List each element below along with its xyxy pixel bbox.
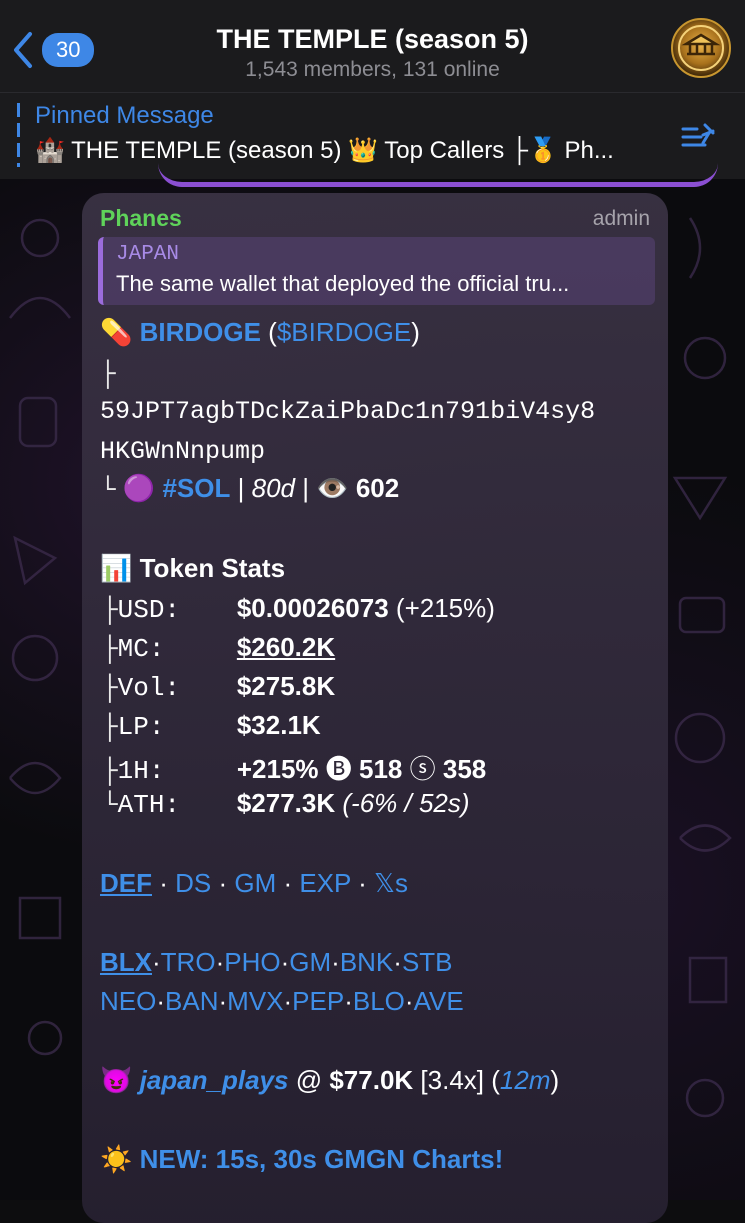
eye-icon: 👁️ xyxy=(316,473,349,503)
token-ticker-link[interactable]: $BIRDOGE xyxy=(277,317,411,347)
link-gm[interactable]: GM xyxy=(234,868,276,898)
stat-value: +215% xyxy=(236,754,319,784)
stat-key: LP: xyxy=(117,712,165,742)
reply-quote[interactable]: JAPAN The same wallet that deployed the … xyxy=(98,237,655,305)
link-mvx[interactable]: MVX xyxy=(227,986,283,1016)
caller-name-link[interactable]: japan_plays xyxy=(140,1065,289,1095)
link-pep[interactable]: PEP xyxy=(292,986,344,1016)
link-row-3: NEO·BAN·MVX·PEP·BLO·AVE xyxy=(100,986,464,1016)
stat-extra: (-6% / 52s) xyxy=(342,788,470,818)
stat-row-lp: ├LP: $32.1K xyxy=(102,710,321,742)
link-ban[interactable]: BAN xyxy=(165,986,218,1016)
stat-value: $275.8K xyxy=(236,671,336,701)
contract-address-line1[interactable]: 59JPT7agbTDckZaiPbaDc1n791biV4sy8 xyxy=(100,397,595,426)
tree-branch: ├ xyxy=(102,634,118,664)
link-tro[interactable]: TRO xyxy=(161,947,216,977)
market-cap-link[interactable]: $260.2K xyxy=(237,632,335,662)
temple-logo-icon xyxy=(678,25,724,71)
buys-count: 518 xyxy=(359,754,403,784)
stat-key: Vol: xyxy=(117,673,181,703)
token-age: 80d xyxy=(251,473,295,503)
link-x-search[interactable]: 𝕏s xyxy=(374,868,408,898)
link-bnk[interactable]: BNK xyxy=(340,947,393,977)
sender-name[interactable]: Phanes xyxy=(100,205,182,232)
tree-branch: ├ xyxy=(100,359,116,389)
stat-value: $277.3K xyxy=(236,788,336,818)
link-ds[interactable]: DS xyxy=(175,868,211,898)
token-line: 💊 BIRDOGE ($BIRDOGE) xyxy=(100,317,420,347)
tree-end: └ xyxy=(100,475,116,505)
link-def[interactable]: DEF xyxy=(100,868,152,898)
pill-icon: 💊 xyxy=(100,317,133,347)
tree-branch: ├ xyxy=(102,756,118,786)
call-multiple: [3.4x] xyxy=(420,1065,485,1095)
pinned-indicator xyxy=(17,103,20,167)
stat-row-1h: ├1H: +215% 🅑 518 ⓢ 358 xyxy=(102,749,486,786)
purple-circle-icon: 🟣 xyxy=(122,473,156,503)
link-row-1: DEF · DS · GM · EXP · 𝕏s xyxy=(100,868,408,898)
link-exp[interactable]: EXP xyxy=(299,868,351,898)
stat-key: ATH: xyxy=(117,790,181,820)
stat-value: $0.00026073 xyxy=(236,593,389,623)
pinned-label: Pinned Message xyxy=(35,102,214,129)
link-blo[interactable]: BLO xyxy=(353,986,405,1016)
stat-row-mc: ├MC: $260.2K xyxy=(102,632,335,664)
sells-count: 358 xyxy=(442,754,487,784)
stat-value: $32.1K xyxy=(236,710,321,740)
stats-header: 📊 Token Stats xyxy=(100,553,285,584)
link-blx[interactable]: BLX xyxy=(100,947,152,977)
caller-line: 😈 japan_plays @ $77.0K [3.4x] (12m) xyxy=(100,1065,560,1095)
call-price: $77.0K xyxy=(329,1065,414,1095)
call-time: 12m xyxy=(499,1065,551,1095)
view-count: 602 xyxy=(355,473,400,503)
link-neo[interactable]: NEO xyxy=(100,986,156,1016)
tree-branch: ├ xyxy=(102,673,118,703)
sun-icon: ☀️ xyxy=(100,1144,133,1174)
stat-key: MC: xyxy=(117,634,165,664)
group-avatar[interactable] xyxy=(671,18,731,78)
stats-title: Token Stats xyxy=(139,553,286,583)
link-row-2: BLX·TRO·PHO·GM·BNK·STB xyxy=(100,947,453,977)
pinned-list-icon[interactable] xyxy=(681,121,719,151)
link-stb[interactable]: STB xyxy=(402,947,453,977)
stat-row-usd: ├USD: $0.00026073 (+215%) xyxy=(102,593,495,625)
stat-key: 1H: xyxy=(117,756,165,786)
chat-title[interactable]: THE TEMPLE (season 5) xyxy=(0,24,745,55)
admin-tag: admin xyxy=(592,207,650,230)
at-sign: @ xyxy=(295,1065,323,1095)
chat-subtitle: 1,543 members, 131 online xyxy=(245,58,500,81)
stat-row-ath: └ATH: $277.3K (-6% / 52s) xyxy=(102,788,470,820)
link-ave[interactable]: AVE xyxy=(414,986,464,1016)
tree-end: └ xyxy=(102,790,118,820)
news-line: ☀️ NEW: 15s, 30s GMGN Charts! xyxy=(100,1144,503,1175)
link-gm-bot[interactable]: GM xyxy=(289,947,331,977)
sells-icon: ⓢ xyxy=(409,754,436,784)
message-bubble[interactable]: Phanes admin JAPAN The same wallet that … xyxy=(82,193,668,1223)
link-pho[interactable]: PHO xyxy=(224,947,280,977)
previous-message-edge xyxy=(158,160,718,187)
news-link[interactable]: NEW: 15s, 30s GMGN Charts! xyxy=(140,1144,504,1174)
chain-hashtag[interactable]: #SOL xyxy=(162,473,230,503)
tree-branch: ├ xyxy=(102,595,118,625)
chat-header: 30 THE TEMPLE (season 5) 1,543 members, … xyxy=(0,0,745,92)
tree-branch: ├ xyxy=(102,712,118,742)
buys-icon: 🅑 xyxy=(325,754,352,784)
stat-extra: (+215%) xyxy=(395,593,495,623)
stat-row-vol: ├Vol: $275.8K xyxy=(102,671,335,703)
reply-author: JAPAN xyxy=(116,243,180,266)
bar-chart-icon: 📊 xyxy=(100,553,133,583)
devil-icon: 😈 xyxy=(100,1065,133,1095)
reply-text: The same wallet that deployed the offici… xyxy=(116,271,570,296)
contract-address-line2[interactable]: HKGWnNnpump xyxy=(100,437,265,466)
token-name-link[interactable]: BIRDOGE xyxy=(140,317,261,347)
stat-key: USD: xyxy=(117,595,181,625)
chain-line: └ 🟣 #SOL | 80d | 👁️ 602 xyxy=(100,473,400,505)
